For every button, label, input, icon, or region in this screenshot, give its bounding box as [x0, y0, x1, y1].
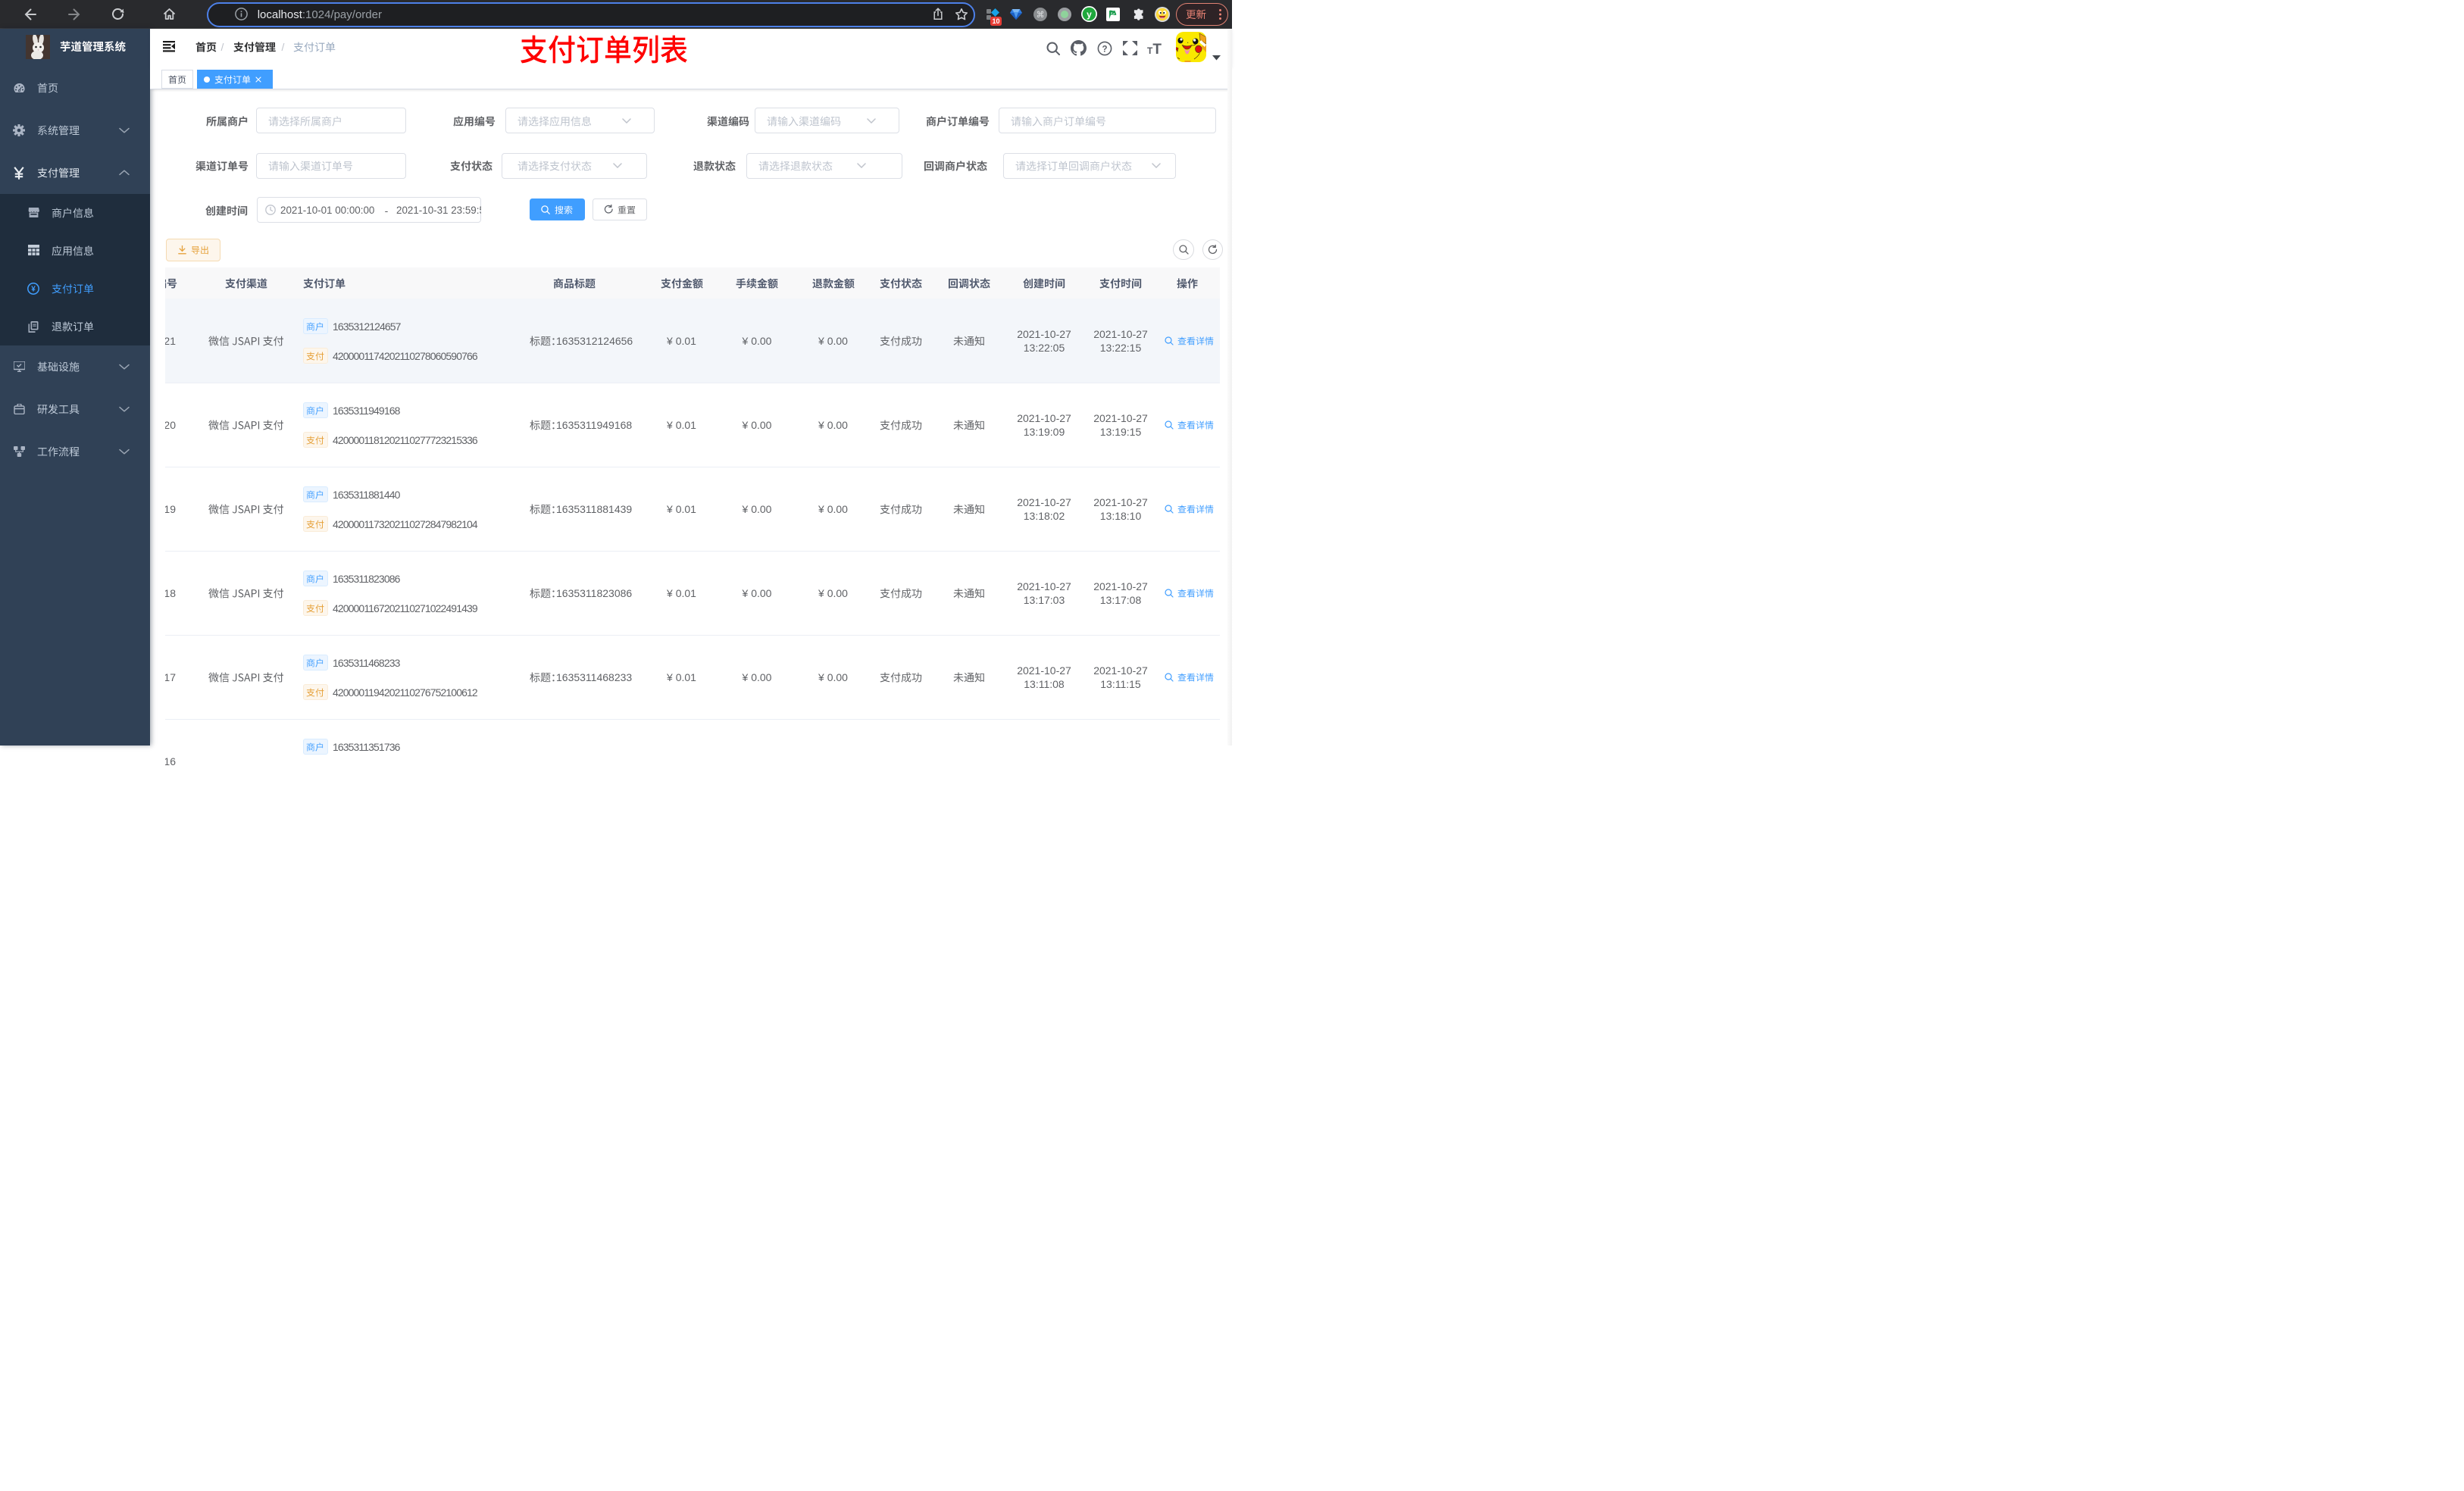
svg-text:y: y — [1087, 9, 1092, 20]
svg-text:?: ? — [1102, 45, 1107, 54]
svg-text:⌘: ⌘ — [1037, 11, 1045, 20]
svg-text:¥: ¥ — [31, 286, 36, 294]
